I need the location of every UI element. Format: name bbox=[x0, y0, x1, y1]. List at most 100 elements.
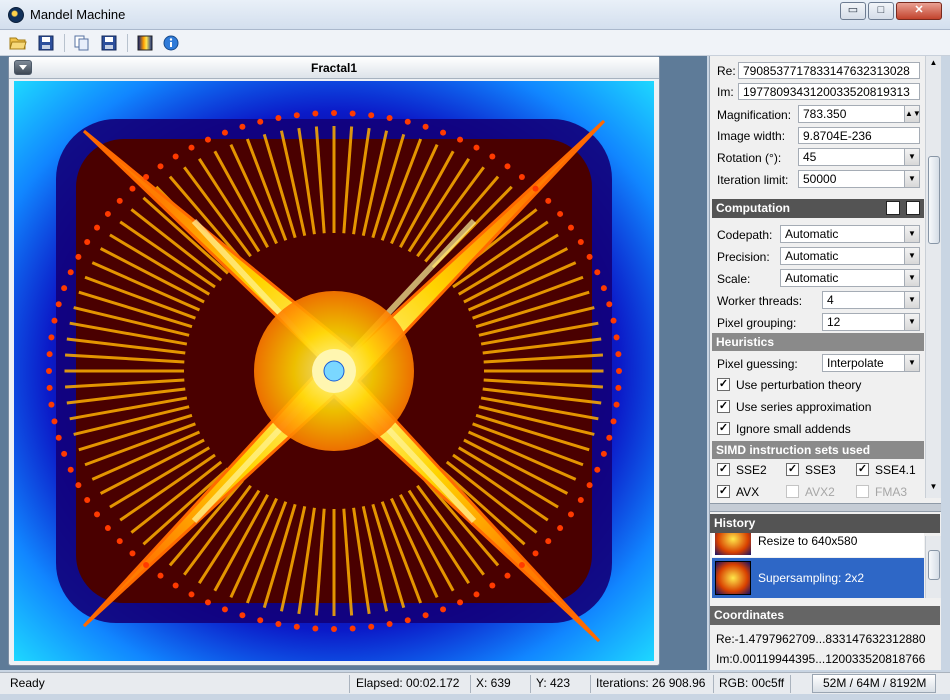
series-label: Use series approximation bbox=[736, 400, 872, 414]
guessing-select[interactable]: Interpolate ▼ bbox=[822, 354, 920, 372]
fractal-bud bbox=[504, 163, 511, 170]
fractal-bud bbox=[67, 466, 74, 473]
precision-select[interactable]: Automatic ▼ bbox=[780, 247, 920, 265]
fractal-bud bbox=[188, 591, 195, 598]
scale-select[interactable]: Automatic ▼ bbox=[780, 269, 920, 287]
grouping-select[interactable]: 12 ▼ bbox=[822, 313, 920, 331]
im-field[interactable]: 1977809343120033520819313 bbox=[738, 83, 920, 100]
scroll-up-icon[interactable]: ▲ bbox=[927, 58, 940, 72]
fractal-bud bbox=[368, 112, 375, 119]
fractal-canvas[interactable] bbox=[14, 81, 654, 661]
close-button[interactable]: ✕ bbox=[896, 2, 942, 20]
status-separator bbox=[470, 675, 471, 693]
im-label: Im: bbox=[717, 85, 734, 99]
threads-label: Worker threads: bbox=[717, 294, 803, 308]
addends-checkbox[interactable]: ✓ bbox=[717, 422, 730, 435]
fractal-frame: Fractal1 bbox=[8, 56, 660, 666]
fractal-bud bbox=[557, 525, 564, 532]
avx-checkbox[interactable]: ✓ bbox=[717, 485, 730, 498]
fractal-bud bbox=[239, 612, 246, 619]
avx-label: AVX bbox=[736, 485, 760, 499]
scroll-thumb[interactable] bbox=[928, 156, 940, 244]
rotation-select[interactable]: 45 ▼ bbox=[798, 148, 920, 166]
fractal-bud bbox=[293, 623, 300, 630]
heuristics-header: Heuristics bbox=[712, 333, 924, 351]
status-iterations: Iterations: 26 908.96 bbox=[596, 676, 706, 690]
computation-header: Computation bbox=[712, 199, 924, 218]
fractal-bud bbox=[567, 224, 574, 231]
frame-title: Fractal1 bbox=[310, 61, 358, 75]
fractal-bud bbox=[84, 497, 91, 503]
grouping-value: 12 bbox=[827, 315, 841, 329]
magnification-spinner[interactable]: 783.350 ▲▼ bbox=[798, 105, 921, 123]
info-icon[interactable] bbox=[161, 33, 181, 53]
window-title: Mandel Machine bbox=[30, 7, 126, 22]
rotation-value: 45 bbox=[803, 150, 817, 164]
iteration-limit-value: 50000 bbox=[803, 172, 837, 186]
threads-select[interactable]: 4 ▼ bbox=[822, 291, 920, 309]
fractal-bud bbox=[48, 401, 55, 408]
memory-indicator[interactable]: 52M / 64M / 8192M bbox=[812, 674, 936, 693]
perturbation-checkbox[interactable]: ✓ bbox=[717, 378, 730, 391]
collapse-icon[interactable] bbox=[906, 201, 920, 215]
chevron-down-icon: ▼ bbox=[904, 248, 919, 264]
re-field[interactable]: 7908537717833147632313028 bbox=[738, 62, 920, 79]
iteration-limit-label: Iteration limit: bbox=[717, 173, 789, 187]
status-separator bbox=[713, 675, 714, 693]
minimize-button[interactable]: ▭ bbox=[840, 2, 866, 20]
copy-icon[interactable] bbox=[72, 33, 92, 53]
side-scrollbar[interactable]: ▲ ▼ bbox=[925, 56, 941, 498]
title-bar: Mandel Machine ▭ □ ✕ bbox=[0, 0, 950, 30]
save-icon[interactable] bbox=[36, 33, 56, 53]
maximize-button[interactable]: □ bbox=[868, 2, 894, 20]
scroll-down-icon[interactable]: ▼ bbox=[927, 482, 940, 496]
detach-icon[interactable] bbox=[886, 201, 900, 215]
history-item[interactable]: Resize to 640x580 bbox=[712, 533, 924, 557]
history-item-selected[interactable]: Supersampling: 2x2 bbox=[712, 558, 924, 598]
app-icon bbox=[8, 7, 24, 23]
side-panel: Re: 7908537717833147632313028 Im: 197780… bbox=[709, 56, 941, 670]
open-folder-icon[interactable] bbox=[8, 33, 28, 53]
fractal-bud bbox=[368, 623, 375, 630]
fractal-bud bbox=[386, 621, 393, 628]
fractal-bud bbox=[143, 174, 150, 181]
series-checkbox[interactable]: ✓ bbox=[717, 400, 730, 413]
fractal-bud bbox=[104, 525, 111, 532]
fractal-bud bbox=[94, 224, 101, 231]
palette-icon[interactable] bbox=[135, 33, 155, 53]
scroll-thumb[interactable] bbox=[928, 550, 940, 580]
fractal-bud bbox=[239, 123, 246, 130]
iteration-limit-select[interactable]: 50000 ▼ bbox=[798, 170, 920, 188]
sse3-label: SSE3 bbox=[805, 463, 836, 477]
sse41-checkbox[interactable]: ✓ bbox=[856, 463, 869, 476]
fractal-bud bbox=[51, 418, 58, 425]
history-scrollbar[interactable] bbox=[925, 536, 941, 598]
splitter-handle[interactable] bbox=[710, 503, 941, 512]
fractal-bud bbox=[616, 368, 622, 374]
fractal-bud bbox=[349, 110, 356, 117]
fractal-bud bbox=[557, 210, 564, 217]
fractal-bud bbox=[606, 434, 613, 441]
guessing-label: Pixel guessing: bbox=[717, 357, 798, 371]
fractal-bud bbox=[349, 625, 356, 632]
sse3-checkbox[interactable]: ✓ bbox=[786, 463, 799, 476]
fractal-bud bbox=[172, 582, 179, 589]
fractal-bud bbox=[51, 317, 58, 324]
fractal-bud bbox=[613, 334, 620, 341]
status-separator bbox=[349, 675, 350, 693]
codepath-select[interactable]: Automatic ▼ bbox=[780, 225, 920, 243]
save-image-icon[interactable] bbox=[99, 33, 119, 53]
fractal-bud bbox=[55, 301, 62, 308]
rotation-label: Rotation (°): bbox=[717, 151, 782, 165]
sse2-checkbox[interactable]: ✓ bbox=[717, 463, 730, 476]
spinner-arrows-icon[interactable]: ▲▼ bbox=[904, 106, 921, 122]
fractal-bud bbox=[518, 174, 525, 181]
fractal-bud bbox=[157, 572, 164, 579]
fractal-bud bbox=[67, 269, 74, 276]
image-width-field[interactable]: 9.8704E-236 bbox=[798, 127, 920, 144]
toolbar-separator bbox=[64, 34, 65, 52]
scale-label: Scale: bbox=[717, 272, 751, 286]
fractal-bud bbox=[577, 497, 584, 503]
computation-title: Computation bbox=[716, 201, 790, 215]
fractal-bud bbox=[104, 210, 111, 217]
